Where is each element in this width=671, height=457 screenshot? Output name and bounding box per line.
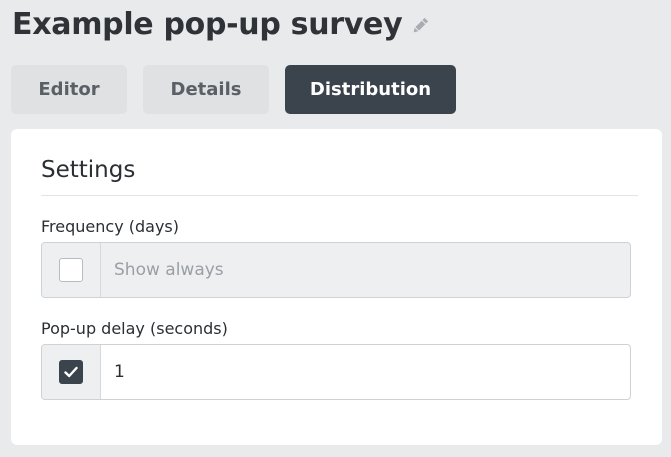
pencil-icon[interactable]	[409, 15, 431, 37]
header: Example pop-up survey	[12, 4, 431, 44]
frequency-input-group	[41, 242, 631, 298]
delay-input-group	[41, 344, 631, 400]
delay-input[interactable]	[101, 345, 630, 399]
frequency-checkbox-addon	[42, 243, 101, 297]
delay-checkbox[interactable]	[59, 360, 83, 384]
frequency-label: Frequency (days)	[41, 217, 179, 236]
tab-editor[interactable]: Editor	[11, 65, 127, 114]
page-title: Example pop-up survey	[12, 6, 403, 42]
tab-details[interactable]: Details	[143, 65, 269, 114]
frequency-checkbox[interactable]	[59, 258, 83, 282]
frequency-input[interactable]	[101, 243, 630, 297]
divider	[41, 195, 638, 196]
settings-title: Settings	[41, 157, 136, 183]
settings-card: Settings Frequency (days) Pop-up delay (…	[11, 129, 662, 445]
delay-checkbox-addon	[42, 345, 101, 399]
tab-bar: Editor Details Distribution	[11, 65, 456, 114]
tab-distribution[interactable]: Distribution	[285, 65, 456, 114]
checkmark-icon	[64, 366, 78, 378]
delay-label: Pop-up delay (seconds)	[41, 319, 228, 338]
